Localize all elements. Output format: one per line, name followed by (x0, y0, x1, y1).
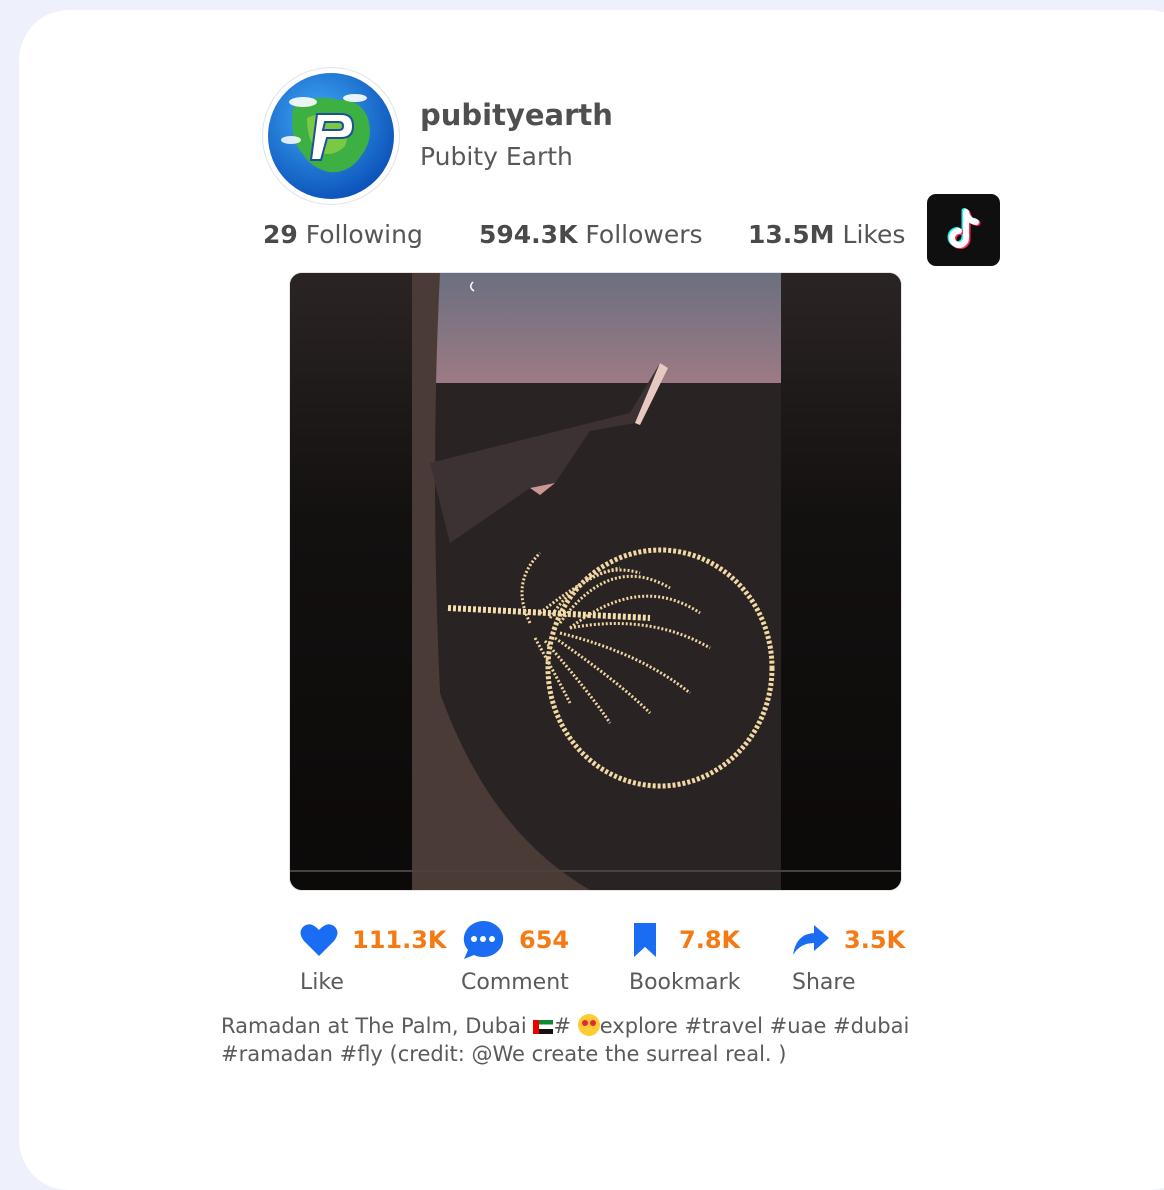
uae-flag-icon (533, 1020, 554, 1034)
stat-likes-label: Likes (842, 220, 906, 249)
heart-eyes-emoji-icon (577, 1014, 600, 1036)
share-count: 3.5K (844, 926, 906, 954)
heart-icon (300, 924, 338, 956)
stat-following[interactable]: 29 Following (263, 220, 423, 249)
share-icon (793, 925, 829, 955)
globe-p-logo-icon (268, 73, 394, 199)
share-action[interactable]: 3.5K Share (792, 918, 905, 1000)
tiktok-icon[interactable] (927, 194, 1000, 266)
share-label: Share (792, 970, 856, 995)
like-action[interactable]: 111.3K Like (300, 918, 447, 1000)
bookmark-count: 7.8K (679, 926, 741, 954)
stat-following-label: Following (305, 220, 423, 249)
profile-display-name: Pubity Earth (420, 142, 573, 171)
video-thumbnail[interactable] (290, 273, 901, 890)
bookmark-action[interactable]: 7.8K Bookmark (629, 918, 740, 1000)
like-label: Like (300, 970, 344, 995)
bookmark-icon (634, 923, 656, 957)
stat-followers[interactable]: 594.3K Followers (479, 220, 703, 249)
profile-username[interactable]: pubityearth (420, 98, 613, 132)
stat-followers-value: 594.3K (479, 220, 578, 249)
caption-text-start: Ramadan at The Palm, Dubai (221, 1014, 534, 1038)
caption-text-hash: # (553, 1014, 578, 1038)
stat-likes-value: 13.5M (748, 220, 835, 249)
stat-likes[interactable]: 13.5M Likes (748, 220, 905, 249)
comment-action[interactable]: 654 Comment (461, 918, 569, 1000)
bookmark-label: Bookmark (629, 970, 741, 995)
stat-followers-label: Followers (585, 220, 703, 249)
comment-icon (463, 920, 504, 959)
stat-following-value: 29 (263, 220, 298, 249)
avatar[interactable] (263, 68, 399, 204)
comment-count: 654 (519, 926, 570, 954)
like-count: 111.3K (352, 926, 447, 954)
post-caption: Ramadan at The Palm, Dubai # explore #tr… (221, 1012, 981, 1068)
comment-label: Comment (461, 970, 569, 995)
